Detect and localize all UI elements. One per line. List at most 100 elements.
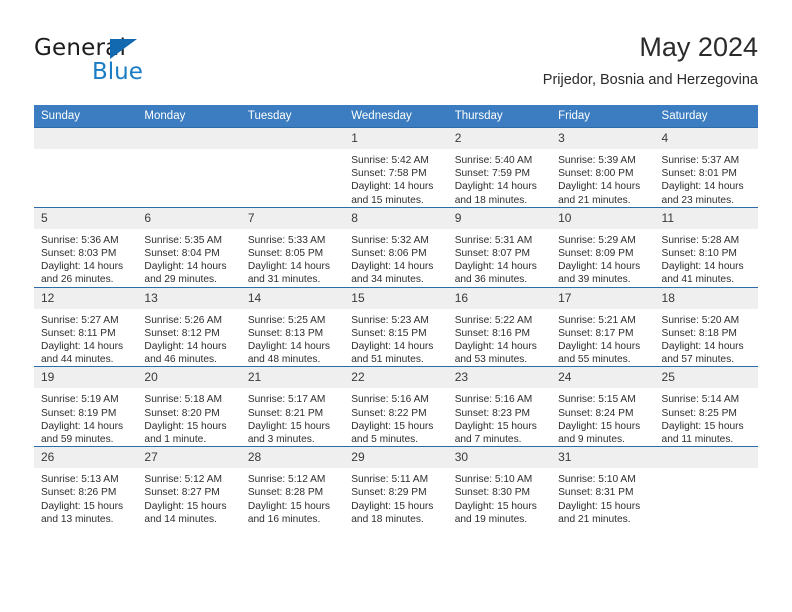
calendar-day-cell[interactable]: 29 Sunrise: 5:11 AM Sunset: 8:29 PM Dayligh…	[344, 446, 448, 527]
day-number: 26	[34, 447, 138, 469]
daylight-text: Daylight: 14 hours and 34 minutes.	[351, 261, 434, 286]
calendar-day-cell[interactable]: 14 Sunrise: 5:25 AM Sunset: 8:13 PM Dayligh…	[240, 286, 345, 367]
sunrise-text: Sunrise: 5:10 AM	[558, 474, 636, 486]
day-details: Sunrise: 5:10 AM Sunset: 8:30 PM Daylight:…	[448, 468, 551, 526]
daylight-text: Daylight: 14 hours and 51 minutes.	[351, 341, 434, 366]
calendar-day-cell[interactable]: 31 Sunrise: 5:10 AM Sunset: 8:31 PM Dayligh…	[551, 446, 655, 527]
sunset-text: Sunset: 8:04 PM	[144, 248, 220, 260]
calendar-day-cell[interactable]: 12 Sunrise: 5:27 AM Sunset: 8:11 PM Dayligh…	[34, 286, 138, 367]
sunrise-text: Sunrise: 5:40 AM	[454, 155, 533, 166]
title-block: May 2024 Prijedor, Bosnia and Herzegovin…	[543, 30, 758, 91]
calendar-day-cell[interactable]: 5 Sunrise: 5:36 AM Sunset: 8:03 PM Daylight…	[34, 206, 138, 288]
day-number: 6	[137, 207, 241, 229]
day-number: 18	[654, 287, 758, 309]
sunset-text: Sunset: 8:25 PM	[661, 407, 737, 419]
daylight-text: Daylight: 14 hours and 21 minutes.	[558, 181, 641, 206]
day-number: 7	[240, 207, 345, 229]
sunset-text: Sunset: 8:03 PM	[41, 248, 117, 260]
day-details: Sunrise: 5:22 AM Sunset: 8:16 PM Daylight:…	[448, 309, 551, 367]
weekday-header-sunday: Sunday	[34, 105, 138, 128]
calendar-day-cell[interactable]: 27 Sunrise: 5:12 AM Sunset: 8:27 PM Dayligh…	[137, 446, 241, 527]
day-number: 12	[34, 287, 138, 309]
calendar-day-cell[interactable]: 26 Sunrise: 5:13 AM Sunset: 8:26 PM Dayligh…	[34, 446, 138, 527]
calendar-day-cell[interactable]: 1 Sunrise: 5:42 AM Sunset: 7:58 PM Daylight…	[344, 127, 448, 208]
calendar-day-cell[interactable]: 24 Sunrise: 5:15 AM Sunset: 8:24 PM Dayligh…	[551, 366, 655, 447]
sunrise-text: Sunrise: 5:27 AM	[41, 314, 119, 326]
calendar-day-cell[interactable]: 8 Sunrise: 5:32 AM Sunset: 8:06 PM Daylight…	[344, 206, 448, 288]
calendar-day-cell[interactable]: 25 Sunrise: 5:14 AM Sunset: 8:25 PM Dayligh…	[654, 366, 758, 447]
calendar-header-row: Sunday Monday Tuesday Wednesday Thursday…	[34, 105, 758, 128]
calendar-day-cell-empty	[654, 446, 758, 527]
sunset-text: Sunset: 8:30 PM	[454, 487, 531, 499]
calendar-day-cell[interactable]: 15 Sunrise: 5:23 AM Sunset: 8:15 PM Dayligh…	[344, 286, 448, 367]
calendar-day-cell[interactable]: 21 Sunrise: 5:17 AM Sunset: 8:21 PM Dayligh…	[240, 366, 345, 447]
weekday-header-tuesday: Tuesday	[240, 105, 345, 128]
day-details: Sunrise: 5:28 AM Sunset: 8:10 PM Daylight:…	[655, 229, 758, 287]
calendar-page: General Blue May 2024 Prijedor, Bosnia a…	[0, 0, 792, 612]
sunset-text: Sunset: 8:24 PM	[558, 407, 634, 419]
day-number: 29	[344, 447, 448, 469]
calendar-day-cell-empty	[137, 127, 241, 208]
daylight-text: Daylight: 14 hours and 41 minutes.	[661, 261, 744, 286]
day-number: 16	[447, 287, 552, 309]
calendar-day-cell[interactable]: 10 Sunrise: 5:29 AM Sunset: 8:09 PM Dayligh…	[551, 206, 655, 288]
sunset-text: Sunset: 8:05 PM	[247, 248, 324, 260]
sunset-text: Sunset: 8:16 PM	[454, 327, 531, 339]
daylight-text: Daylight: 14 hours and 44 minutes.	[41, 341, 124, 366]
calendar-day-cell[interactable]: 28 Sunrise: 5:12 AM Sunset: 8:28 PM Dayligh…	[240, 446, 345, 527]
calendar-day-cell[interactable]: 3 Sunrise: 5:39 AM Sunset: 8:00 PM Daylight…	[551, 127, 655, 208]
calendar-day-cell-empty	[34, 127, 138, 208]
sunset-text: Sunset: 8:28 PM	[247, 487, 324, 499]
calendar-day-cell[interactable]: 17 Sunrise: 5:21 AM Sunset: 8:17 PM Dayligh…	[551, 286, 655, 367]
daylight-text: Daylight: 15 hours and 13 minutes.	[41, 500, 124, 525]
daylight-text: Daylight: 15 hours and 18 minutes.	[351, 500, 434, 525]
day-number: 27	[137, 447, 241, 469]
calendar-day-cell[interactable]: 4 Sunrise: 5:37 AM Sunset: 8:01 PM Daylight…	[654, 127, 758, 208]
daylight-text: Daylight: 14 hours and 23 minutes.	[661, 181, 744, 206]
day-details: Sunrise: 5:19 AM Sunset: 8:19 PM Daylight:…	[34, 388, 137, 446]
day-details: Sunrise: 5:27 AM Sunset: 8:11 PM Daylight:…	[34, 309, 137, 367]
day-number: 19	[34, 367, 138, 389]
calendar-body: 1 Sunrise: 5:42 AM Sunset: 7:58 PM Daylight…	[34, 127, 758, 527]
calendar-day-cell[interactable]: 11 Sunrise: 5:28 AM Sunset: 8:10 PM Dayligh…	[654, 206, 758, 288]
sunrise-text: Sunrise: 5:18 AM	[144, 394, 223, 406]
daylight-text: Daylight: 14 hours and 15 minutes.	[351, 181, 434, 206]
sunrise-text: Sunrise: 5:36 AM	[41, 234, 119, 246]
calendar-day-cell[interactable]: 2 Sunrise: 5:40 AM Sunset: 7:59 PM Daylight…	[447, 127, 552, 208]
sunrise-text: Sunrise: 5:20 AM	[661, 314, 740, 326]
day-number: 24	[551, 367, 655, 389]
calendar-day-cell[interactable]: 20 Sunrise: 5:18 AM Sunset: 8:20 PM Dayligh…	[137, 366, 241, 447]
sunset-text: Sunset: 8:29 PM	[351, 487, 427, 499]
calendar-day-cell[interactable]: 6 Sunrise: 5:35 AM Sunset: 8:04 PM Daylight…	[137, 206, 241, 288]
calendar-day-cell[interactable]: 13 Sunrise: 5:26 AM Sunset: 8:12 PM Dayligh…	[137, 286, 241, 367]
sunset-text: Sunset: 8:15 PM	[351, 327, 427, 339]
calendar-day-cell[interactable]: 23 Sunrise: 5:16 AM Sunset: 8:23 PM Dayligh…	[447, 366, 552, 447]
calendar-day-cell[interactable]: 7 Sunrise: 5:33 AM Sunset: 8:05 PM Daylight…	[240, 206, 345, 288]
sunrise-text: Sunrise: 5:28 AM	[661, 234, 740, 246]
calendar-day-cell[interactable]: 22 Sunrise: 5:16 AM Sunset: 8:22 PM Dayligh…	[344, 366, 448, 447]
day-details: Sunrise: 5:18 AM Sunset: 8:20 PM Daylight:…	[137, 388, 240, 446]
calendar-day-cell[interactable]: 9 Sunrise: 5:31 AM Sunset: 8:07 PM Daylight…	[447, 206, 552, 288]
sunrise-text: Sunrise: 5:42 AM	[351, 155, 429, 166]
day-details: Sunrise: 5:21 AM Sunset: 8:17 PM Daylight:…	[551, 309, 654, 367]
day-details: Sunrise: 5:25 AM Sunset: 8:13 PM Daylight:…	[241, 309, 344, 367]
calendar-week-row: 19 Sunrise: 5:19 AM Sunset: 8:19 PM Dayligh…	[34, 366, 758, 447]
day-number: 15	[344, 287, 448, 309]
calendar-day-cell[interactable]: 30 Sunrise: 5:10 AM Sunset: 8:30 PM Dayligh…	[447, 446, 552, 527]
sunrise-text: Sunrise: 5:32 AM	[351, 234, 429, 246]
weekday-header-saturday: Saturday	[654, 105, 758, 128]
calendar-day-cell[interactable]: 19 Sunrise: 5:19 AM Sunset: 8:19 PM Dayligh…	[34, 366, 138, 447]
sunset-text: Sunset: 8:11 PM	[41, 327, 116, 339]
day-details: Sunrise: 5:12 AM Sunset: 8:28 PM Daylight:…	[241, 468, 344, 526]
day-details: Sunrise: 5:36 AM Sunset: 8:03 PM Daylight:…	[34, 229, 137, 287]
day-details: Sunrise: 5:32 AM Sunset: 8:06 PM Daylight:…	[344, 229, 447, 287]
calendar-week-row: 12 Sunrise: 5:27 AM Sunset: 8:11 PM Dayligh…	[34, 286, 758, 367]
day-number: 17	[551, 287, 655, 309]
calendar-day-cell[interactable]: 16 Sunrise: 5:22 AM Sunset: 8:16 PM Dayligh…	[447, 286, 552, 367]
sunrise-text: Sunrise: 5:14 AM	[661, 394, 740, 406]
weekday-header-friday: Friday	[551, 105, 655, 128]
calendar-day-cell[interactable]: 18 Sunrise: 5:20 AM Sunset: 8:18 PM Dayligh…	[654, 286, 758, 367]
daylight-text: Daylight: 15 hours and 5 minutes.	[351, 420, 434, 446]
daylight-text: Daylight: 14 hours and 26 minutes.	[41, 261, 124, 286]
day-number	[654, 447, 758, 469]
